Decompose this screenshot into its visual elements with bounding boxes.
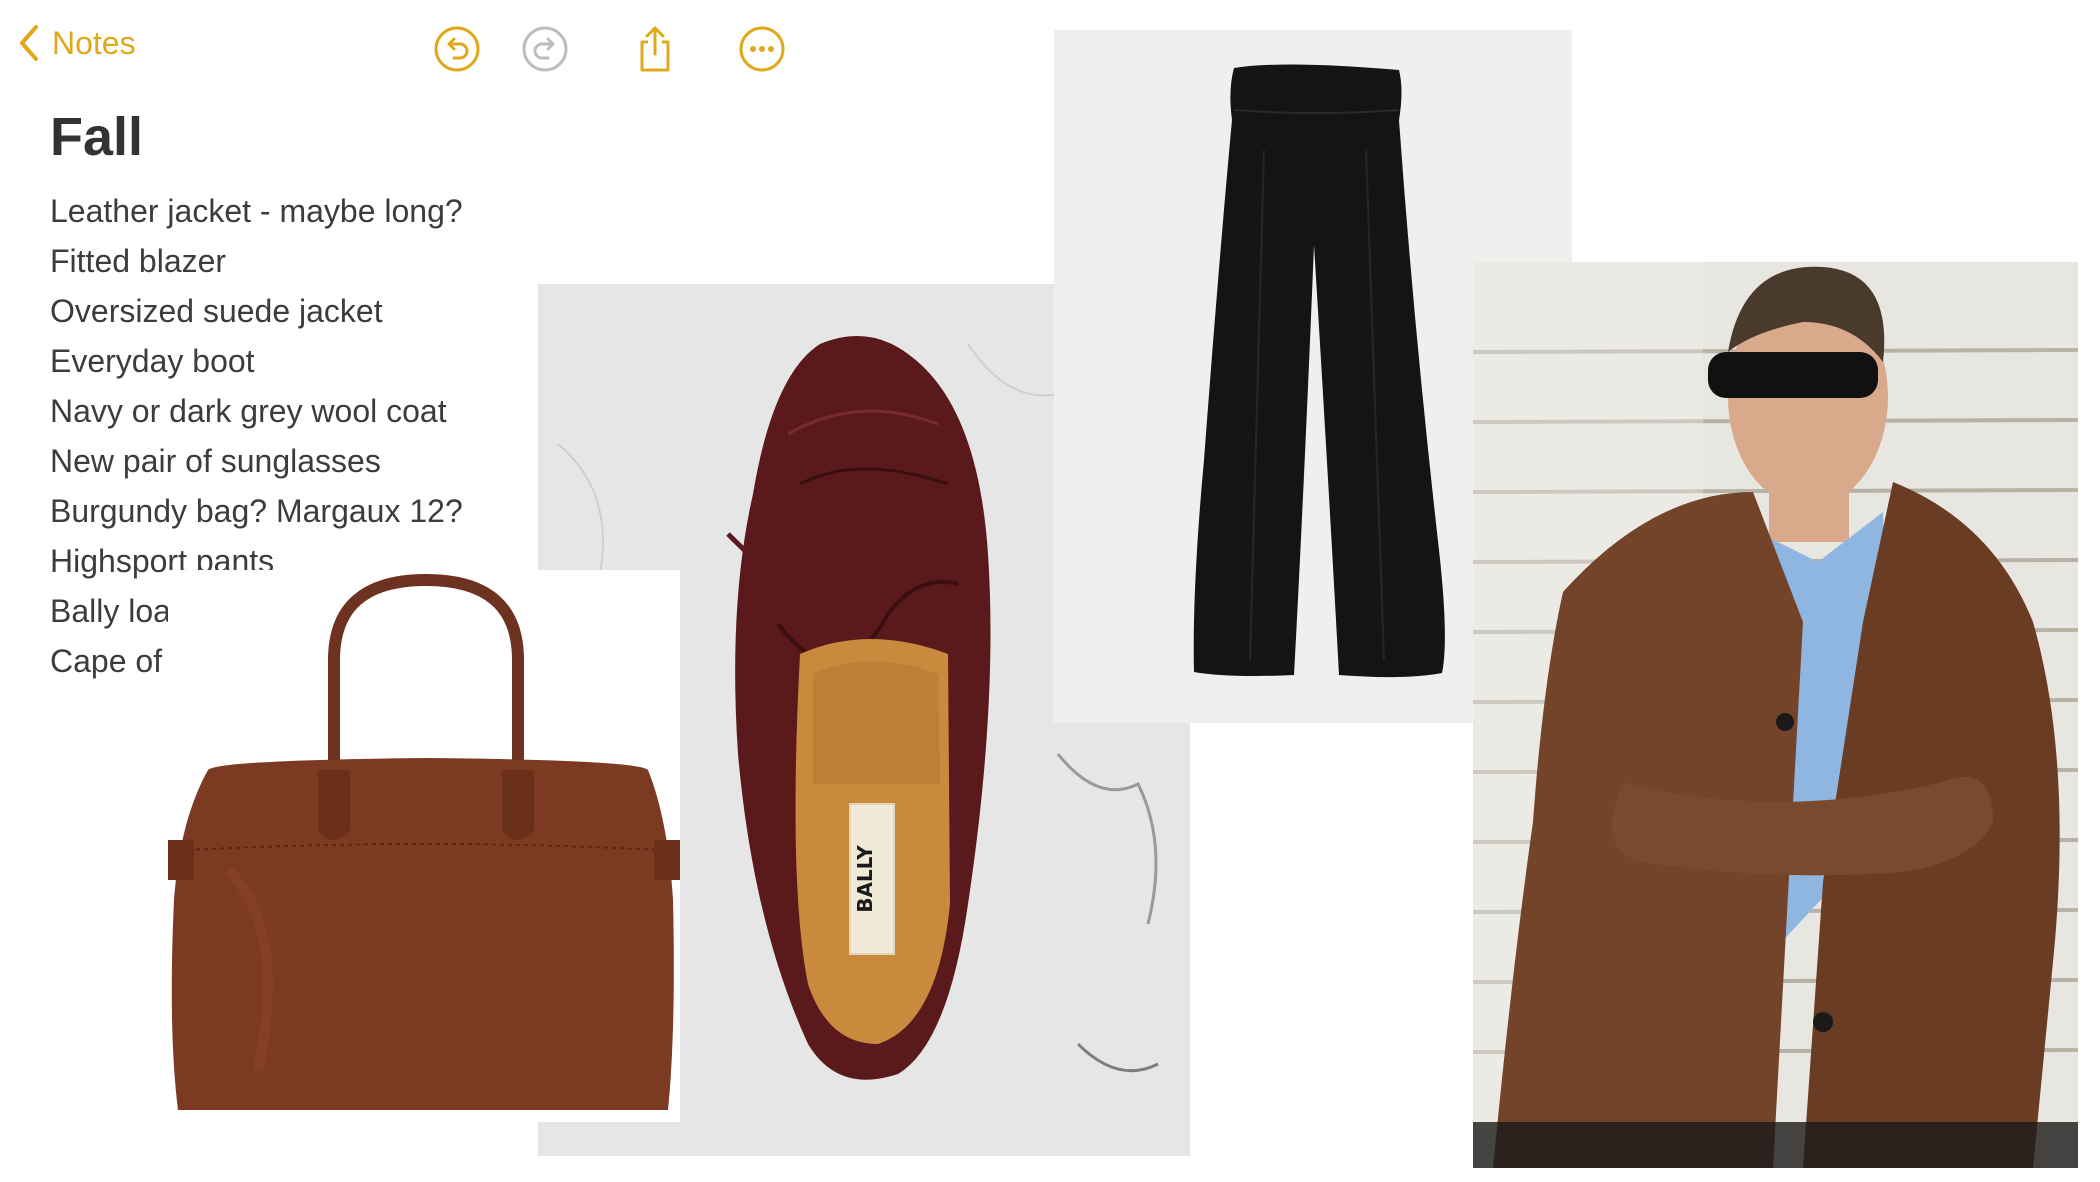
shoe-brand-label: BALLY	[853, 845, 877, 913]
note-line[interactable]: Fitted blazer	[50, 236, 463, 286]
note-line[interactable]: New pair of sunglasses	[50, 436, 463, 486]
suede-jacket-image[interactable]	[1473, 262, 2078, 1168]
margaux-bag-image[interactable]	[168, 570, 680, 1122]
note-line[interactable]: Leather jacket - maybe long?	[50, 186, 463, 236]
redo-icon	[522, 26, 568, 72]
note-title[interactable]: Fall	[50, 106, 143, 168]
back-label: Notes	[52, 24, 136, 61]
undo-button[interactable]	[432, 24, 482, 74]
more-icon	[739, 26, 785, 72]
more-options-button[interactable]	[737, 24, 787, 74]
note-line[interactable]: Everyday boot	[50, 336, 463, 386]
note-line[interactable]: Navy or dark grey wool coat	[50, 386, 463, 436]
share-icon	[640, 26, 670, 72]
share-button[interactable]	[630, 24, 680, 74]
note-line[interactable]: Oversized suede jacket	[50, 286, 463, 336]
redo-button[interactable]	[520, 24, 570, 74]
undo-icon	[434, 26, 480, 72]
back-to-notes-button[interactable]: Notes	[18, 24, 136, 62]
chevron-left-icon	[20, 25, 38, 61]
note-line[interactable]: Burgundy bag? Margaux 12?	[50, 486, 463, 536]
